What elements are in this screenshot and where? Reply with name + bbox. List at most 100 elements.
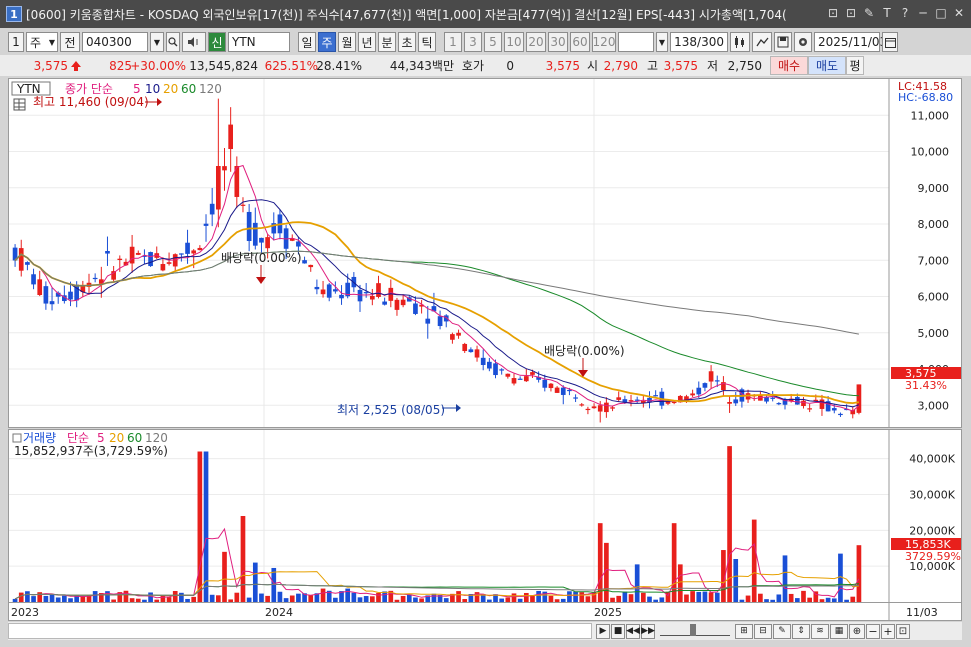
count-input[interactable]: 138/300 bbox=[670, 32, 728, 52]
candle-icon[interactable] bbox=[730, 32, 750, 52]
volume-bar bbox=[622, 591, 628, 602]
period-tab-month[interactable]: 월 bbox=[338, 32, 356, 52]
capture-icon[interactable]: ▦ bbox=[830, 623, 848, 639]
sell-button[interactable]: 매도 bbox=[808, 56, 846, 75]
price-chart[interactable]: 3,0004,0005,0006,0007,0008,0009,00010,00… bbox=[9, 79, 961, 427]
volume-bar bbox=[610, 597, 615, 602]
compare-icon[interactable] bbox=[752, 32, 772, 52]
expand-icon[interactable]: + bbox=[881, 623, 895, 639]
ma-line-20 bbox=[14, 221, 860, 405]
pattern-icon[interactable]: ≋ bbox=[811, 623, 829, 639]
volume-bar bbox=[357, 597, 363, 602]
all-button[interactable]: 전 bbox=[60, 32, 80, 52]
close-button[interactable]: ✕ bbox=[951, 5, 967, 21]
code-dropdown-icon[interactable]: ▼ bbox=[150, 32, 164, 52]
fast-backward-icon[interactable]: ◀◀ bbox=[626, 623, 640, 639]
zoom-slider[interactable] bbox=[660, 624, 730, 636]
zoom-slider-handle[interactable] bbox=[690, 624, 696, 636]
interval-10[interactable]: 10 bbox=[504, 32, 524, 52]
candle-body bbox=[425, 318, 431, 324]
fullscreen-icon[interactable]: ⊡ bbox=[896, 623, 910, 639]
search-icon[interactable] bbox=[166, 32, 180, 52]
new-badge[interactable]: 신 bbox=[208, 32, 226, 52]
interval-20[interactable]: 20 bbox=[526, 32, 546, 52]
volume-ma-legend-120: 120 bbox=[145, 431, 168, 445]
volume-bar bbox=[142, 599, 147, 602]
price-chart-panel[interactable]: 3,0004,0005,0006,0007,0008,0009,00010,00… bbox=[8, 78, 962, 428]
volume-bar bbox=[684, 594, 689, 602]
maximize-button[interactable]: □ bbox=[933, 5, 949, 21]
stop-icon[interactable]: ■ bbox=[611, 623, 625, 639]
volume-bar bbox=[92, 591, 98, 602]
interval-dropdown-icon[interactable]: ▼ bbox=[656, 32, 668, 52]
horizontal-scrollbar[interactable] bbox=[8, 623, 592, 639]
interval-5[interactable]: 5 bbox=[484, 32, 502, 52]
interval-120[interactable]: 120 bbox=[592, 32, 616, 52]
volume-bar bbox=[345, 588, 351, 602]
price-tick-label: 10,000 bbox=[911, 146, 950, 159]
volume-bar bbox=[690, 591, 695, 602]
price-tick-label: 3,000 bbox=[918, 399, 950, 412]
interval-60[interactable]: 60 bbox=[570, 32, 590, 52]
memo-icon[interactable]: ✎ bbox=[861, 5, 877, 21]
volume-bar bbox=[320, 588, 326, 602]
candle-body bbox=[308, 264, 314, 268]
code-input[interactable]: 040300 bbox=[82, 32, 148, 52]
zoom-in-icon[interactable]: ⊕ bbox=[849, 623, 865, 639]
indicator-icon[interactable]: ⊟ bbox=[754, 623, 772, 639]
interval-30[interactable]: 30 bbox=[548, 32, 568, 52]
volume-bar bbox=[751, 519, 757, 602]
minimize-button[interactable]: ─ bbox=[915, 5, 931, 21]
link-icon[interactable]: ⊡ bbox=[825, 5, 841, 21]
interval-1[interactable]: 1 bbox=[444, 32, 462, 52]
candle-body bbox=[437, 316, 443, 327]
speaker-icon[interactable] bbox=[182, 32, 206, 52]
screen-icon[interactable]: ⊡ bbox=[843, 5, 859, 21]
fast-forward-icon[interactable]: ▶▶ bbox=[641, 623, 655, 639]
custom-interval-input[interactable] bbox=[618, 32, 654, 52]
gear-icon[interactable] bbox=[794, 32, 812, 52]
volume-bar bbox=[333, 597, 338, 602]
volume-bars bbox=[12, 446, 862, 602]
volume-bar bbox=[296, 593, 301, 602]
interval-3[interactable]: 3 bbox=[464, 32, 482, 52]
volume-bar bbox=[462, 599, 468, 602]
volume-chart-panel[interactable]: 10,000K 20,000K 30,000K 40,000K 거래량 단순 5 20… bbox=[8, 429, 962, 603]
candle-body bbox=[838, 413, 843, 416]
volume-chart[interactable]: 10,000K20,000K30,000K40,000K 거래량 단순 5 20… bbox=[9, 430, 961, 602]
period-tab-second[interactable]: 초 bbox=[398, 32, 416, 52]
period-tab-minute[interactable]: 분 bbox=[378, 32, 396, 52]
stock-name-field[interactable]: YTN bbox=[228, 32, 290, 52]
candle-body bbox=[43, 286, 49, 304]
volume-ma-legend-20: 20 bbox=[109, 431, 124, 445]
period-tab-week[interactable]: 주 bbox=[318, 32, 336, 52]
candle-body bbox=[185, 242, 190, 254]
chart-type-icon[interactable]: ⊞ bbox=[735, 623, 753, 639]
font-icon[interactable]: T bbox=[879, 5, 895, 21]
draw-icon[interactable]: ✎ bbox=[773, 623, 791, 639]
window-controls: ⊡ ⊡ ✎ T ? ─ □ ✕ bbox=[825, 5, 967, 21]
volume-tick-label: 40,000K bbox=[909, 453, 955, 466]
calendar-icon[interactable] bbox=[882, 32, 898, 52]
up-arrow-icon bbox=[68, 56, 84, 75]
date-input[interactable]: 2025/11/03 bbox=[814, 32, 887, 52]
market-select[interactable]: 주 ▼ bbox=[26, 32, 58, 52]
chevron-down-icon: ▼ bbox=[48, 37, 55, 47]
evaluation-button[interactable]: 평 bbox=[846, 56, 864, 75]
scroll-right-icon[interactable]: ▶ bbox=[596, 623, 610, 639]
help-icon[interactable]: ? bbox=[897, 5, 913, 21]
save-icon[interactable] bbox=[774, 32, 792, 52]
candle-body bbox=[197, 247, 203, 251]
period-tab-tick[interactable]: 틱 bbox=[418, 32, 436, 52]
period-tab-day[interactable]: 일 bbox=[298, 32, 316, 52]
volume-bar bbox=[351, 592, 357, 602]
candle-body bbox=[591, 406, 597, 409]
scale-icon[interactable]: ⇕ bbox=[792, 623, 810, 639]
price-tick-label: 8,000 bbox=[918, 218, 950, 231]
collapse-icon[interactable]: − bbox=[866, 623, 880, 639]
buy-button[interactable]: 매수 bbox=[770, 56, 808, 75]
volume-bar bbox=[499, 598, 505, 602]
layout-icon[interactable]: 1 bbox=[8, 32, 24, 52]
volume-bar bbox=[172, 590, 178, 602]
period-tab-year[interactable]: 년 bbox=[358, 32, 376, 52]
